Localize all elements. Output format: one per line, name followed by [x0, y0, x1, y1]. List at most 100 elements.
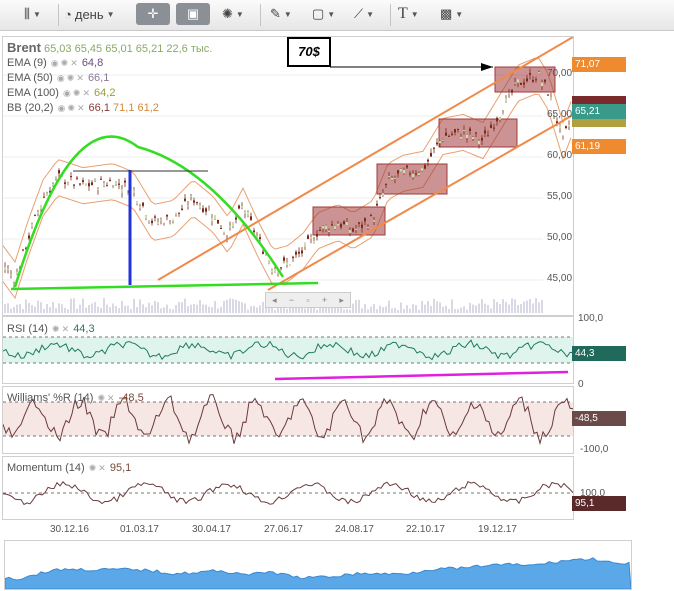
candle-body — [154, 216, 156, 218]
zoom-in-icon[interactable]: + — [322, 295, 327, 305]
draw-line-button[interactable]: ✎ ▼ — [270, 3, 292, 25]
candle-body — [469, 128, 471, 131]
layout-button[interactable]: ▣ — [176, 3, 210, 25]
candle-body — [325, 225, 327, 230]
gear-icon[interactable]: ✺ — [52, 324, 60, 334]
candle-body — [205, 208, 207, 212]
candle-body — [376, 203, 378, 206]
candle-body — [97, 188, 99, 190]
candle-body — [523, 82, 525, 85]
draw-shape-button[interactable]: ▢ ▼ — [312, 3, 335, 25]
gear-icon[interactable]: ✺ — [73, 88, 81, 98]
eye-icon[interactable]: ◉ — [63, 88, 71, 98]
crosshair-button[interactable]: ✛ — [136, 3, 170, 25]
rsi-panel[interactable]: RSI (14) ✺ ✕ 44,3 — [2, 316, 574, 384]
candle-body — [148, 220, 150, 222]
eye-icon[interactable]: ◉ — [58, 103, 66, 113]
candle-body — [568, 124, 570, 127]
gear-icon[interactable]: ✺ — [98, 393, 106, 403]
candle-body — [229, 225, 231, 228]
candle-body — [310, 237, 312, 239]
candle-body — [190, 195, 192, 197]
close-icon[interactable]: ✕ — [70, 58, 78, 68]
reset-icon[interactable]: ▫ — [306, 295, 309, 305]
candle-body — [424, 165, 426, 169]
gear-icon[interactable]: ✺ — [89, 463, 97, 473]
navigator[interactable] — [4, 540, 632, 590]
candle-body — [172, 219, 174, 222]
navigator-chart[interactable] — [5, 541, 631, 589]
indicators-button[interactable]: ✺ ▼ — [222, 3, 244, 25]
candle-body — [403, 169, 405, 174]
chart-type-button[interactable]: ⫼ ▼ — [24, 3, 41, 25]
zoom-controls[interactable]: ◂ − ▫ + ▸ — [265, 292, 351, 308]
candle-body — [358, 222, 360, 224]
candle-body — [337, 223, 339, 226]
price-panel[interactable]: Brent 65,03 65,45 65,01 65,21 22,6 тыс. … — [2, 36, 574, 316]
candle-body — [535, 79, 537, 81]
candle-body — [10, 274, 12, 276]
williams-legend: Williams' %R (14) ✺ ✕ -48,5 — [7, 392, 144, 404]
fibonacci-button[interactable]: ⟋ ▼ — [354, 3, 374, 25]
scroll-right-icon[interactable]: ▸ — [339, 295, 344, 306]
close-icon[interactable]: ✕ — [107, 393, 115, 403]
gear-icon[interactable]: ✺ — [67, 103, 75, 113]
candle-body — [85, 184, 87, 186]
candle-body — [499, 117, 501, 120]
candle-body — [526, 78, 528, 82]
close-icon[interactable]: ✕ — [77, 103, 85, 113]
candle-body — [493, 127, 495, 129]
candle-body — [262, 251, 264, 254]
candle-body — [76, 177, 78, 179]
close-icon[interactable]: ✕ — [62, 324, 70, 334]
period-select[interactable]: ◔ день ▼ — [64, 3, 115, 25]
candle-body — [502, 113, 504, 115]
candle-body — [538, 72, 540, 74]
williams-panel[interactable]: Williams' %R (14) ✺ ✕ -48,5 — [2, 386, 574, 454]
y-tick: 60,00 — [547, 150, 573, 161]
eye-icon[interactable]: ◉ — [51, 58, 59, 68]
gear-icon[interactable]: ✺ — [61, 58, 69, 68]
window-icon: ▣ — [186, 6, 200, 21]
candle-body — [439, 141, 441, 144]
candle-body — [415, 173, 417, 175]
candle-body — [40, 205, 42, 209]
close-icon[interactable]: ✕ — [82, 88, 90, 98]
x-tick: 30.12.16 — [50, 524, 89, 535]
candle-body — [316, 233, 318, 237]
ema100-tag — [572, 119, 626, 127]
close-icon[interactable]: ✕ — [98, 463, 106, 473]
text-tool-button[interactable]: T ▼ — [398, 3, 419, 25]
momentum-panel[interactable]: Momentum (14) ✺ ✕ 95,1 — [2, 456, 574, 520]
x-tick: 30.04.17 — [192, 524, 231, 535]
candle-body — [520, 82, 522, 85]
candle-body — [247, 211, 249, 216]
candle-body — [94, 179, 96, 181]
candle-body — [328, 230, 330, 233]
candle-body — [331, 224, 333, 226]
candle-body — [37, 211, 39, 214]
candle-body — [211, 217, 213, 222]
candle-body — [175, 212, 177, 215]
image-tool-button[interactable]: ▩ ▼ — [440, 3, 463, 25]
candle-body — [472, 136, 474, 139]
candle-body — [55, 177, 57, 179]
cup-pattern — [13, 135, 285, 288]
eye-icon[interactable]: ◉ — [57, 73, 65, 83]
close-icon[interactable]: ✕ — [76, 73, 84, 83]
candle-body — [178, 212, 180, 214]
y-tick: 55,00 — [547, 191, 573, 202]
candle-body — [496, 117, 498, 122]
gear-icon[interactable]: ✺ — [67, 73, 75, 83]
x-tick: 24.08.17 — [335, 524, 374, 535]
price-note[interactable]: 70$ — [287, 37, 331, 67]
candle-body — [199, 205, 201, 209]
price-legend: Brent 65,03 65,45 65,01 65,21 22,6 тыс. — [7, 40, 213, 55]
candle-body — [106, 185, 108, 187]
zoom-out-icon[interactable]: − — [289, 295, 294, 305]
scroll-left-icon[interactable]: ◂ — [272, 295, 277, 306]
clock-icon: ◔ — [64, 6, 72, 22]
candle-body — [481, 138, 483, 141]
candle-body — [109, 179, 111, 182]
candle-body — [433, 147, 435, 149]
